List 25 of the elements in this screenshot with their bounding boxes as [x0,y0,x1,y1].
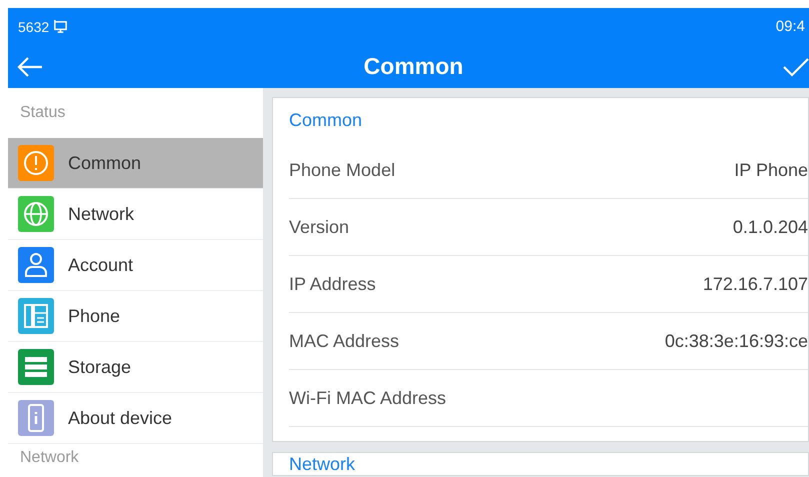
sidebar-item[interactable]: About device [8,393,263,444]
sidebar-item[interactable]: Account [8,240,263,291]
sidebar-group-title: Network [19,448,80,468]
section-title: Common [289,108,364,132]
sidebar-item[interactable]: Storage [8,342,263,393]
page-title: Common [362,53,464,80]
info-label: Wi-Fi MAC Address [289,388,446,408]
sidebar-item[interactable]: Network [8,189,263,240]
info-label: IP Address [289,274,376,294]
sidebar-group-title: Status [19,103,66,123]
back-arrow-icon [16,54,44,78]
extension-number: 5632 [18,18,50,34]
sidebar-item[interactable]: Common [8,138,263,189]
sidebar-item[interactable]: Phone [8,291,263,342]
section-title: Network [289,453,356,475]
info-value: 0.1.0.204 [732,216,808,238]
info-value: IP Phone [734,160,808,180]
clock-time: 09:4 [776,18,805,35]
info-label: Phone Model [289,160,396,180]
monitor-icon [53,19,68,34]
info-value: 0c:38:3e:16:93:ce [664,330,808,352]
info-value: 172.16.7.107 [702,274,808,294]
info-label: Version [289,216,350,238]
info-label: MAC Address [289,330,400,352]
checkmark-icon [783,56,809,76]
